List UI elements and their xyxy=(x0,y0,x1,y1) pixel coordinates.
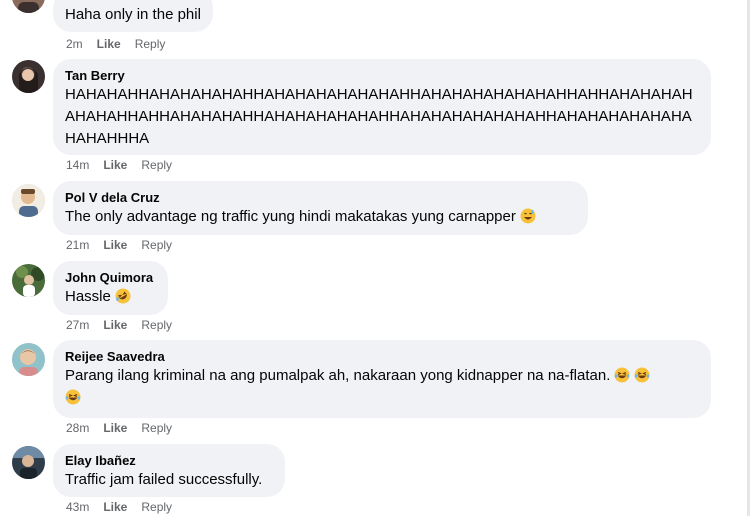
comment-time[interactable]: 27m xyxy=(66,317,89,333)
comment-bubble: Elay Ibañez Traffic jam failed successfu… xyxy=(53,444,285,497)
avatar[interactable] xyxy=(12,60,45,93)
reply-button[interactable]: Reply xyxy=(141,499,172,515)
comment-time[interactable]: 43m xyxy=(66,499,89,515)
comment-bubble: Tan Berry HAHAHAHHAHAHAHAHAHHAHAHAHAHAHA… xyxy=(53,59,711,155)
grinning-sweat-emoji xyxy=(520,208,536,224)
reply-button[interactable]: Reply xyxy=(141,420,172,436)
comment-time[interactable]: 21m xyxy=(66,237,89,253)
reply-button[interactable]: Reply xyxy=(135,36,166,52)
comment-time[interactable]: 14m xyxy=(66,157,89,173)
comment-author[interactable]: Reijee Saavedra xyxy=(65,348,699,365)
avatar[interactable] xyxy=(12,0,45,13)
comment-text: Haha only in the phil xyxy=(65,6,201,23)
comment-author[interactable]: Pol V dela Cruz xyxy=(65,189,576,206)
avatar[interactable] xyxy=(12,184,45,217)
comment-bubble: Haha only in the phil xyxy=(53,0,213,32)
rolling-laughing-emoji xyxy=(115,288,131,304)
laughing-emoji xyxy=(634,367,650,383)
avatar[interactable] xyxy=(12,343,45,376)
comment-author[interactable]: Tan Berry xyxy=(65,67,699,84)
reply-button[interactable]: Reply xyxy=(141,157,172,173)
comment-bubble: Reijee Saavedra Parang ilang kriminal na… xyxy=(53,340,711,418)
comment-bubble: Pol V dela Cruz The only advantage ng tr… xyxy=(53,181,588,235)
comment-time[interactable]: 2m xyxy=(66,36,83,52)
comment-actions: 2m Like Reply xyxy=(66,36,165,52)
comment-text-content: The only advantage ng traffic yung hindi… xyxy=(65,208,516,225)
comment-actions: 28m Like Reply xyxy=(66,420,172,436)
avatar[interactable] xyxy=(12,446,45,479)
reply-button[interactable]: Reply xyxy=(141,317,172,333)
comment-text: Parang ilang kriminal na ang pumalpak ah… xyxy=(65,365,699,409)
comment-author[interactable]: Elay Ibañez xyxy=(65,452,273,469)
comment-bubble: John Quimora Hassle xyxy=(53,261,168,315)
comment-text: Hassle xyxy=(65,286,156,308)
like-button[interactable]: Like xyxy=(97,36,121,52)
comment-author[interactable]: John Quimora xyxy=(65,269,156,286)
comment-actions: 27m Like Reply xyxy=(66,317,172,333)
like-button[interactable]: Like xyxy=(103,317,127,333)
laughing-emoji xyxy=(614,367,630,383)
comment-text: Traffic jam failed successfully. xyxy=(65,471,263,488)
like-button[interactable]: Like xyxy=(103,499,127,515)
comment-actions: 21m Like Reply xyxy=(66,237,172,253)
comment-text-content: Parang ilang kriminal na ang pumalpak ah… xyxy=(65,367,611,384)
laughing-emoji xyxy=(65,389,81,405)
like-button[interactable]: Like xyxy=(103,157,127,173)
comment-text: The only advantage ng traffic yung hindi… xyxy=(65,206,576,228)
comment-text: HAHAHAHHAHAHAHAHAHHAHAHAHAHAHAHAHHAHAHAH… xyxy=(65,86,693,147)
avatar[interactable] xyxy=(12,264,45,297)
comment-text-content: Hassle xyxy=(65,288,111,305)
reply-button[interactable]: Reply xyxy=(141,237,172,253)
comment-actions: 43m Like Reply xyxy=(66,499,172,515)
like-button[interactable]: Like xyxy=(103,237,127,253)
comment-actions: 14m Like Reply xyxy=(66,157,172,173)
like-button[interactable]: Like xyxy=(103,420,127,436)
comment-time[interactable]: 28m xyxy=(66,420,89,436)
